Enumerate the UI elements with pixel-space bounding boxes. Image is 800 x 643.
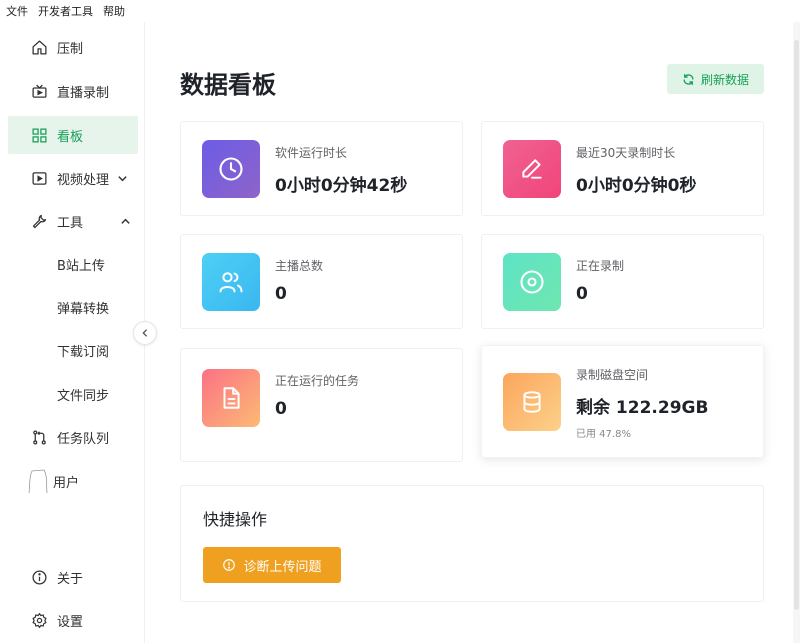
chevron-down-icon [117,172,129,184]
database-icon [503,373,561,431]
scrollbar-thumb[interactable] [794,40,799,610]
stat-value: 0 [275,284,287,304]
sidebar-subitem-bilibili-upload[interactable]: B站上传 [8,245,138,283]
stat-card-recent-record-duration: 最近30天录制时长 0小时0分钟0秒 [481,121,764,216]
sidebar-item-label: 工具 [57,215,84,231]
sidebar-item-label: 文件同步 [57,388,110,404]
sidebar-subitem-danmaku-convert[interactable]: 弹幕转换 [8,288,138,326]
sidebar-item-live-record[interactable]: 直播录制 [8,72,138,110]
refresh-label: 刷新数据 [700,72,749,87]
menu-bar: 文件 开发者工具 帮助 [0,0,800,22]
sidebar-item-label: 关于 [57,571,84,587]
sidebar-item-label: 压制 [57,41,84,57]
info-icon [30,568,48,586]
sidebar: 压制 直播录制 看板 视频处理 工具 B站上传 弹幕转换 下载订阅 文件同步 任… [0,22,145,643]
sidebar-item-about[interactable]: 关于 [8,558,138,596]
sidebar-subitem-download-subscribe[interactable]: 下载订阅 [8,331,138,369]
gear-icon [30,611,48,629]
stat-label: 正在运行的任务 [275,374,360,388]
menu-dev-tools[interactable]: 开发者工具 [33,3,98,19]
refresh-data-button[interactable]: 刷新数据 [667,64,764,94]
chevron-up-icon [120,215,132,227]
dashboard-icon [30,126,48,144]
user-avatar [26,467,50,495]
diagnose-upload-label: 诊断上传问题 [243,559,322,575]
stat-card-recording-now: 正在录制 0 [481,234,764,329]
edit-icon [503,140,561,198]
stat-card-disk-space: 录制磁盘空间 剩余 122.29GB 已用 47.8% [481,345,764,458]
sidebar-item-tools[interactable]: 工具 [8,202,138,240]
refresh-icon [682,73,701,86]
diagnose-upload-button[interactable]: 诊断上传问题 [203,547,341,583]
stat-value: 0小时0分钟0秒 [576,176,697,196]
sidebar-item-compress[interactable]: 压制 [8,28,138,66]
sidebar-item-task-queue[interactable]: 任务队列 [8,418,138,456]
clock-icon [202,140,260,198]
stat-label: 软件运行时长 [275,146,348,160]
sidebar-item-user[interactable]: 用户 [8,462,138,500]
main-content: 数据看板 刷新数据 软件运行时长 0小时0分钟42秒 最近30天录制时长 0小时… [145,22,793,643]
quick-actions-title: 快捷操作 [203,510,268,529]
record-icon [503,253,561,311]
sidebar-subitem-file-sync[interactable]: 文件同步 [8,375,138,413]
stat-card-running-tasks: 正在运行的任务 0 [180,348,463,462]
stat-label: 主播总数 [275,259,324,273]
play-icon [30,169,48,187]
sidebar-item-settings[interactable]: 设置 [8,601,138,639]
sidebar-item-dashboard[interactable]: 看板 [8,116,138,154]
sidebar-item-label: 设置 [57,614,84,630]
sidebar-item-label: 下载订阅 [57,344,110,360]
stat-label: 录制磁盘空间 [576,368,649,382]
menu-file[interactable]: 文件 [0,3,33,19]
stat-value: 0 [576,284,588,304]
sidebar-item-label: 看板 [57,129,84,145]
document-icon [202,369,260,427]
stat-value: 0小时0分钟42秒 [275,176,408,196]
stat-value: 剩余 122.29GB [576,398,709,418]
wrench-icon [30,212,48,230]
stat-card-streamer-count: 主播总数 0 [180,234,463,329]
stat-value: 0 [275,399,287,419]
sidebar-item-label: 直播录制 [57,85,110,101]
tv-icon [30,82,48,100]
page-title: 数据看板 [180,71,276,99]
menu-help[interactable]: 帮助 [98,3,130,19]
sidebar-item-video-processing[interactable]: 视频处理 [8,159,138,197]
users-icon [202,253,260,311]
stat-card-runtime: 软件运行时长 0小时0分钟42秒 [180,121,463,216]
alert-circle-icon [222,558,243,572]
stat-sub: 已用 47.8% [576,429,631,440]
stat-label: 最近30天录制时长 [576,146,676,160]
sidebar-item-label: 视频处理 [57,172,110,188]
sidebar-item-label: B站上传 [57,258,105,274]
home-icon [30,38,48,56]
quick-actions-panel: 快捷操作 诊断上传问题 [180,485,764,602]
stat-label: 正在录制 [576,259,625,273]
git-icon [30,428,48,446]
sidebar-item-label: 任务队列 [57,431,110,447]
sidebar-item-label: 用户 [53,475,80,491]
sidebar-item-label: 弹幕转换 [57,301,110,317]
